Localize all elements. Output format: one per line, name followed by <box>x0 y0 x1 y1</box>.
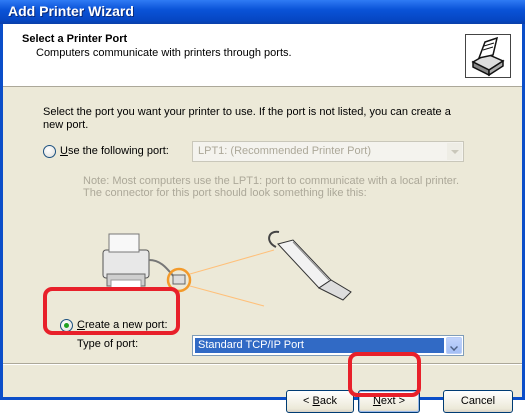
page-title: Select a Printer Port <box>22 33 128 45</box>
port-note: Note: Most computers use the LPT1: port … <box>83 175 460 199</box>
footer-divider <box>3 363 522 365</box>
use-following-port-radio[interactable] <box>43 145 56 158</box>
cancel-button[interactable]: Cancel <box>443 390 513 413</box>
type-of-port-select[interactable]: Standard TCP/IP Port <box>192 335 464 356</box>
page-subtitle: Computers communicate with printers thro… <box>36 47 292 59</box>
next-button-highlight <box>348 352 421 397</box>
parallel-cable-illustration <box>268 230 352 301</box>
wizard-client-area: Select a Printer Port Computers communic… <box>3 24 522 413</box>
window-title: Add Printer Wizard <box>8 3 134 19</box>
add-printer-wizard-window: Add Printer Wizard Select a Printer Port… <box>0 0 525 413</box>
use-following-port-label[interactable]: Use the following port: <box>60 145 169 157</box>
chevron-down-icon[interactable] <box>446 337 462 354</box>
chevron-down-icon[interactable] <box>447 143 462 160</box>
port-select[interactable]: LPT1: (Recommended Printer Port) <box>192 141 464 162</box>
back-button[interactable]: < Back <box>286 390 354 413</box>
printer-illustration <box>102 233 150 291</box>
title-bar[interactable]: Add Printer Wizard <box>0 0 525 24</box>
printer-wizard-icon <box>465 34 511 78</box>
type-of-port-value: Standard TCP/IP Port <box>195 338 444 353</box>
port-select-value: LPT1: (Recommended Printer Port) <box>198 145 372 157</box>
wizard-header: Select a Printer Port Computers communic… <box>3 24 522 87</box>
type-of-port-label: Type of port: <box>77 338 139 350</box>
create-port-highlight <box>43 287 180 335</box>
intro-text: Select the port you want your printer to… <box>43 106 451 131</box>
